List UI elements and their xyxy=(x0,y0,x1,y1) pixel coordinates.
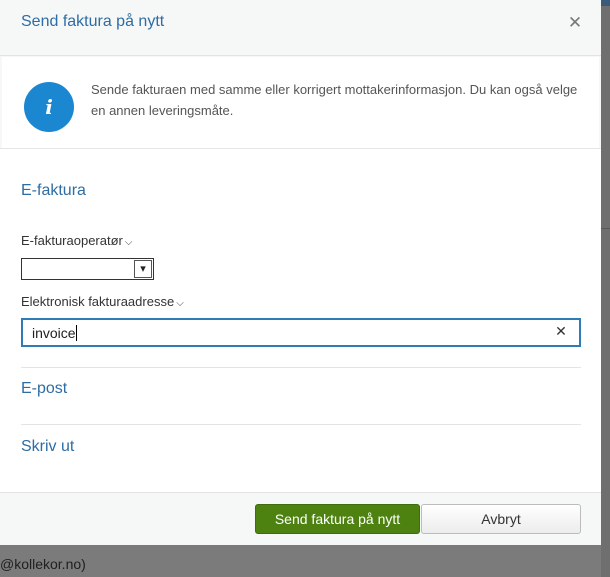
background-accent xyxy=(601,0,610,6)
resend-invoice-dialog: Send faktura på nytt ✕ i Sende fakturaen… xyxy=(0,0,601,545)
address-label-text: Elektronisk fakturaadresse xyxy=(21,294,175,309)
dialog-title: Send faktura på nytt xyxy=(21,13,165,30)
chevron-down-icon: ⌵ xyxy=(124,237,133,248)
section-skriv-ut[interactable]: Skriv ut xyxy=(21,438,74,456)
info-icon: i xyxy=(24,82,74,132)
operator-select[interactable]: ▾ xyxy=(21,258,154,280)
section-efaktura[interactable]: E-faktura xyxy=(21,182,86,200)
background-email-text: @kollekor.no) xyxy=(0,556,86,572)
clear-input-icon[interactable]: ✕ xyxy=(555,323,567,339)
close-icon[interactable]: ✕ xyxy=(566,13,584,33)
dialog-footer: Send faktura på nytt Avbryt xyxy=(0,492,601,545)
chevron-down-icon[interactable]: ▾ xyxy=(134,260,152,278)
operator-label[interactable]: E-fakturaoperatør ⌵ xyxy=(21,233,132,248)
background-divider xyxy=(601,228,610,229)
chevron-down-icon: ⌵ xyxy=(176,298,184,309)
background-page-edge xyxy=(601,0,610,577)
operator-label-text: E-fakturaoperatør xyxy=(21,233,123,248)
text-caret xyxy=(75,325,77,341)
dialog-header: Send faktura på nytt ✕ xyxy=(0,0,601,56)
divider xyxy=(21,367,581,368)
electronic-invoice-address-input[interactable]: invoice xyxy=(21,318,581,347)
cancel-button[interactable]: Avbryt xyxy=(421,504,581,534)
address-input-value: invoice xyxy=(32,325,76,341)
send-invoice-again-button[interactable]: Send faktura på nytt xyxy=(255,504,420,534)
info-text: Sende fakturaen med samme eller korriger… xyxy=(91,82,578,118)
divider xyxy=(21,424,581,425)
address-label[interactable]: Elektronisk fakturaadresse ⌵ xyxy=(21,294,184,309)
section-epost[interactable]: E-post xyxy=(21,380,67,398)
